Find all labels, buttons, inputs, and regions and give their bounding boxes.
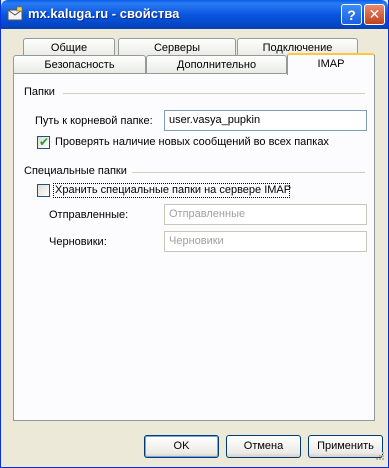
- ok-button[interactable]: OK: [144, 435, 219, 458]
- special-folders-group-divider: [132, 172, 365, 173]
- properties-dialog: mx.kaluga.ru - свойства ? ✕ Общие Сервер…: [0, 0, 389, 468]
- special-folders-group-title: Специальные папки: [24, 165, 127, 177]
- folders-group-divider: [63, 93, 365, 94]
- tab-advanced[interactable]: Дополнительно: [146, 55, 287, 75]
- title-bar[interactable]: mx.kaluga.ru - свойства ? ✕: [1, 0, 388, 29]
- tab-security[interactable]: Безопасность: [13, 55, 146, 75]
- check-new-mail-label[interactable]: Проверять наличие новых сообщений во все…: [55, 136, 329, 148]
- window-title: mx.kaluga.ru - свойства: [28, 6, 180, 21]
- drafts-folder-input[interactable]: Черновики: [164, 231, 367, 252]
- resize-grip-icon[interactable]: [373, 451, 385, 463]
- mail-account-icon: [7, 6, 23, 21]
- checkmark-icon: ✔: [39, 135, 50, 149]
- sent-folder-label: Отправленные:: [49, 209, 129, 221]
- drafts-folder-label: Черновики:: [49, 236, 107, 248]
- cancel-button[interactable]: Отмена: [226, 435, 301, 458]
- folders-group-title: Папки: [24, 86, 55, 98]
- store-special-folders-label[interactable]: Хранить специальные папки на сервере IMA…: [55, 184, 291, 196]
- tab-imap[interactable]: IMAP: [287, 53, 375, 75]
- check-new-mail-checkbox[interactable]: ✔: [37, 135, 50, 149]
- root-path-input[interactable]: user.vasya_pupkin: [164, 110, 367, 131]
- close-button[interactable]: ✕: [364, 4, 385, 25]
- root-path-label: Путь к корневой папке:: [35, 115, 153, 127]
- apply-button[interactable]: Применить: [308, 435, 383, 458]
- sent-folder-input[interactable]: Отправленные: [164, 204, 367, 225]
- store-special-folders-checkbox[interactable]: [37, 184, 50, 197]
- help-button[interactable]: ?: [341, 4, 362, 25]
